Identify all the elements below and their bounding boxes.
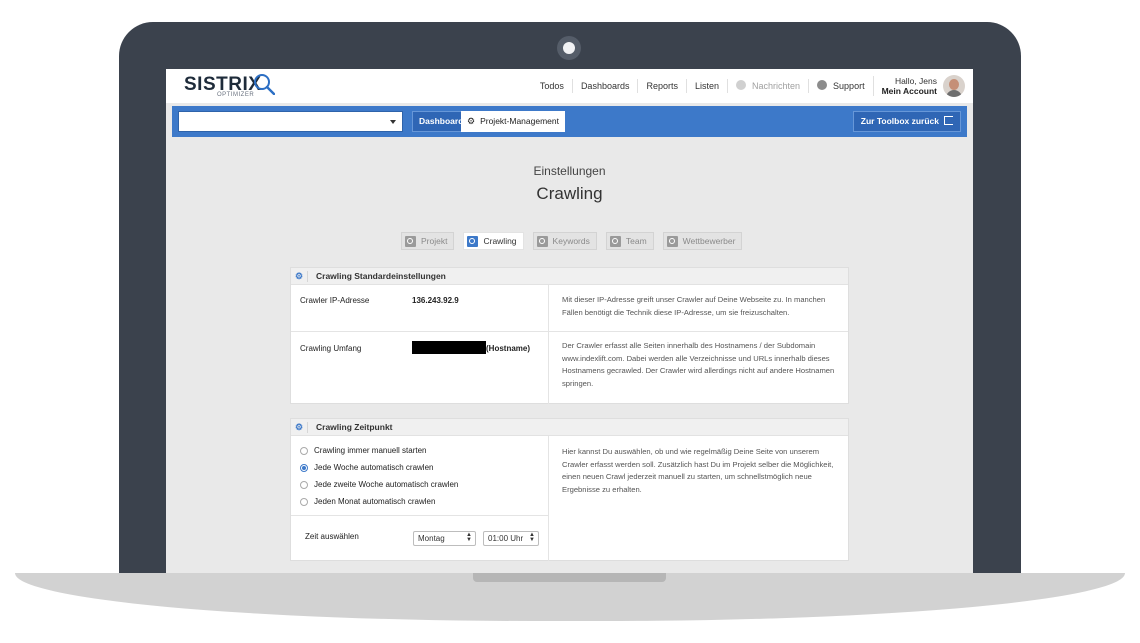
description-column: Hier kannst Du auswählen, ob und wie reg…	[548, 436, 848, 561]
scope-value: (Hostname)	[412, 341, 531, 354]
panel-title: Crawling Standardeinstellungen	[316, 270, 446, 281]
ip-label: Crawler IP-Adresse	[300, 296, 370, 305]
search-icon	[536, 235, 548, 247]
user-menu[interactable]: Hallo, Jens Mein Account	[872, 76, 943, 96]
camera-icon	[557, 36, 581, 60]
caret-down-icon	[390, 120, 396, 124]
radio-manual[interactable]: Crawling immer manuell starten	[300, 446, 426, 455]
crawling-defaults-panel: ⚙ Crawling Standardeinstellungen Mit die…	[290, 267, 849, 404]
project-select[interactable]	[178, 111, 403, 132]
magnifier-icon	[254, 74, 275, 95]
nav-messages-label: Nachrichten	[752, 81, 801, 91]
bell-icon	[736, 80, 747, 90]
question-icon	[817, 80, 828, 90]
scope-label: Crawling Umfang	[300, 344, 362, 353]
radio-label: Jede zweite Woche automatisch crawlen	[314, 480, 459, 489]
back-to-toolbox-button[interactable]: Zur Toolbox zurück	[852, 111, 961, 132]
weekday-value: Montag	[418, 534, 445, 543]
radio-label: Jede Woche automatisch crawlen	[314, 463, 434, 472]
tab-label: Crawling	[483, 236, 517, 246]
crawling-schedule-panel: ⚙ Crawling Zeitpunkt Hier kannst Du ausw…	[290, 418, 849, 561]
gear-icon: ⚙	[291, 270, 308, 282]
time-value: 01:00 Uhr	[488, 534, 524, 543]
radio-label: Jeden Monat automatisch crawlen	[314, 497, 436, 506]
panel-body: Hier kannst Du auswählen, ob und wie reg…	[291, 436, 848, 561]
scope-description: Der Crawler erfasst alle Seiten innerhal…	[562, 341, 835, 388]
settings-tabs: Projekt Crawling Keywords Team Wettbewer…	[401, 232, 743, 250]
tab-label: Wettbewerber	[682, 236, 736, 246]
nav-support[interactable]: Support	[808, 79, 873, 93]
tab-projekt[interactable]: Projekt	[401, 232, 455, 250]
ip-value: 136.243.92.9	[412, 296, 459, 305]
stepper-arrows-icon: ▲ ▼	[466, 532, 472, 543]
my-account-link[interactable]: Mein Account	[882, 86, 937, 96]
divider	[291, 515, 548, 516]
weekday-select[interactable]: Montag ▲ ▼	[413, 531, 476, 546]
user-greeting: Hallo, Jens	[894, 76, 937, 86]
nav-support-label: Support	[833, 81, 865, 91]
nav-listen[interactable]: Listen	[685, 79, 727, 93]
exit-icon	[944, 116, 953, 125]
gear-icon: ⚙	[467, 116, 476, 126]
top-bar: SISTRIX OPTIMIZER Todos Dashboards Repor…	[166, 69, 973, 103]
time-select[interactable]: 01:00 Uhr ▲ ▼	[483, 531, 539, 546]
redacted-hostname	[412, 341, 486, 354]
nav-reports[interactable]: Reports	[637, 79, 686, 93]
time-label: Zeit auswählen	[305, 532, 359, 541]
project-management-button[interactable]: ⚙ Projekt-Management	[461, 111, 565, 132]
tab-crawling[interactable]: Crawling	[463, 232, 524, 250]
search-icon	[405, 235, 416, 247]
tab-team[interactable]: Team	[605, 232, 654, 250]
project-toolbar: Dashboard ⚙ Projekt-Management Zur Toolbo…	[172, 106, 967, 137]
tab-wettbewerber[interactable]: Wettbewerber	[662, 232, 743, 250]
panel-header: ⚙ Crawling Zeitpunkt	[291, 419, 848, 436]
back-to-toolbox-label: Zur Toolbox zurück	[860, 116, 939, 126]
gear-icon: ⚙	[291, 421, 308, 433]
page-title: Crawling	[536, 184, 603, 203]
radio-biweekly[interactable]: Jede zweite Woche automatisch crawlen	[300, 480, 458, 489]
radio-button[interactable]	[300, 480, 308, 489]
avatar[interactable]	[943, 75, 965, 97]
schedule-description: Hier kannst Du auswählen, ob und wie reg…	[562, 447, 834, 494]
divider	[291, 331, 548, 332]
ip-description: Mit dieser IP-Adresse greift unser Crawl…	[562, 295, 826, 317]
laptop-mockup: SISTRIX OPTIMIZER Todos Dashboards Repor…	[0, 0, 1140, 643]
logo-subtitle: OPTIMIZER	[217, 92, 255, 98]
radio-button[interactable]	[300, 463, 308, 472]
radio-button[interactable]	[300, 446, 308, 455]
divider	[549, 331, 848, 332]
panel-title: Crawling Zeitpunkt	[316, 421, 393, 432]
description-column: Mit dieser IP-Adresse greift unser Crawl…	[548, 285, 848, 404]
top-navigation: Todos Dashboards Reports Listen Nachrich…	[532, 69, 973, 103]
tab-label: Team	[625, 236, 647, 246]
laptop-notch	[473, 573, 666, 582]
project-management-label: Projekt-Management	[480, 116, 559, 126]
search-icon	[467, 235, 479, 247]
stepper-arrows-icon: ▲ ▼	[529, 532, 535, 543]
panel-body: Mit dieser IP-Adresse greift unser Crawl…	[291, 285, 848, 404]
nav-dashboards[interactable]: Dashboards	[571, 79, 638, 93]
search-icon	[609, 235, 621, 247]
panel-header: ⚙ Crawling Standardeinstellungen	[291, 268, 848, 285]
page-subtitle: Einstellungen	[533, 164, 606, 178]
radio-monthly[interactable]: Jeden Monat automatisch crawlen	[300, 497, 435, 506]
tab-label: Keywords	[552, 236, 590, 246]
app-screen: SISTRIX OPTIMIZER Todos Dashboards Repor…	[166, 69, 973, 573]
search-icon	[666, 235, 678, 247]
tab-keywords[interactable]: Keywords	[532, 232, 597, 250]
radio-weekly[interactable]: Jede Woche automatisch crawlen	[300, 463, 433, 472]
tab-label: Projekt	[421, 236, 448, 246]
nav-messages[interactable]: Nachrichten	[727, 79, 808, 93]
radio-label: Crawling immer manuell starten	[314, 446, 427, 455]
nav-todos[interactable]: Todos	[532, 79, 572, 93]
radio-button[interactable]	[300, 497, 308, 506]
hostname-suffix: (Hostname)	[486, 344, 531, 353]
